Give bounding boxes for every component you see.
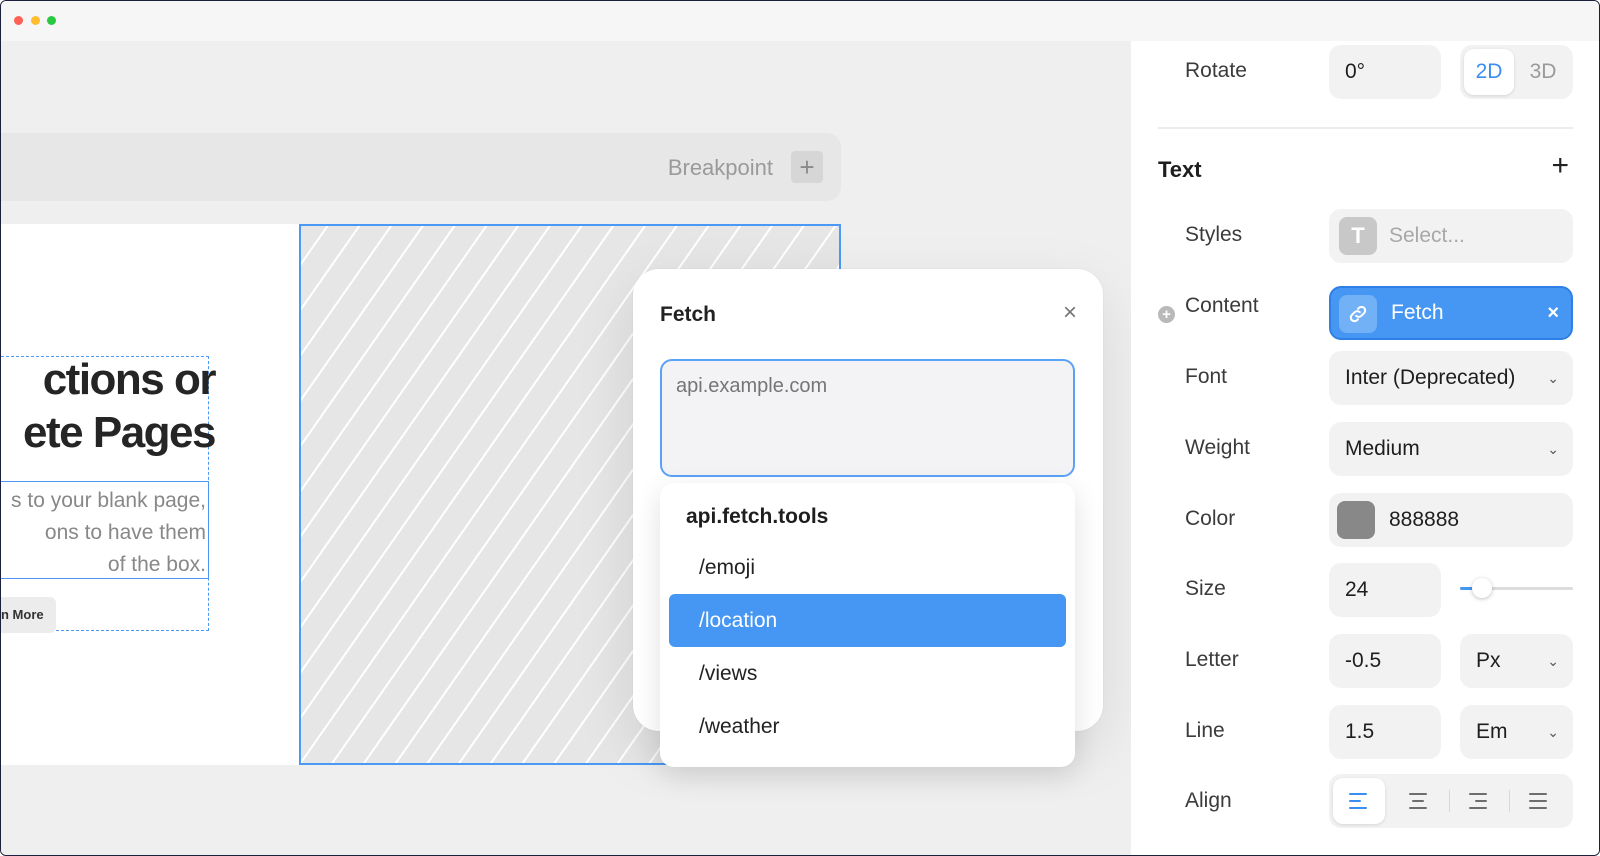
letter-unit-select[interactable]: Px ⌄: [1460, 634, 1573, 688]
hero-heading[interactable]: ctions or ete Pages: [1, 353, 255, 459]
dialog-title: Fetch: [660, 303, 717, 326]
content-value: Fetch: [1391, 301, 1444, 324]
align-label: Align: [1185, 789, 1232, 812]
hero-heading-line: ete Pages: [23, 408, 216, 457]
styles-placeholder: Select...: [1389, 224, 1465, 247]
dropdown-item-views[interactable]: /views: [669, 647, 1066, 700]
properties-panel: Rotate 0° 2D 3D Text + Styles T Select..…: [1131, 41, 1599, 855]
content-label: Content: [1185, 294, 1259, 317]
color-value: 888888: [1389, 508, 1460, 531]
align-left-button[interactable]: [1333, 778, 1385, 824]
font-label: Font: [1185, 365, 1228, 388]
link-icon: [1339, 295, 1377, 333]
styles-label: Styles: [1185, 223, 1243, 246]
chevron-down-icon: ⌄: [1547, 370, 1559, 386]
size-input[interactable]: 24: [1329, 563, 1441, 617]
chevron-down-icon: ⌄: [1547, 724, 1559, 740]
styles-select[interactable]: T Select...: [1329, 209, 1573, 263]
size-slider-handle[interactable]: [1472, 578, 1492, 598]
dropdown-item-location[interactable]: /location: [669, 594, 1066, 647]
font-select[interactable]: Inter (Deprecated) ⌄: [1329, 351, 1573, 405]
hero-subtitle[interactable]: s to your blank page, ons to have them o…: [1, 481, 209, 579]
weight-value: Medium: [1345, 437, 1420, 460]
align-left-icon: [1349, 793, 1369, 809]
dropdown-item-emoji[interactable]: /emoji: [669, 541, 1066, 594]
add-circle-icon[interactable]: +: [1158, 306, 1175, 323]
color-input[interactable]: 888888: [1329, 493, 1573, 547]
letter-label: Letter: [1185, 648, 1239, 671]
hero-subtitle-line: s to your blank page,: [11, 489, 206, 512]
section-divider: [1158, 127, 1573, 129]
line-height-input[interactable]: 1.5: [1329, 705, 1441, 759]
align-justify-icon: [1529, 793, 1549, 809]
line-unit-value: Em: [1476, 720, 1508, 743]
letter-spacing-input[interactable]: -0.5: [1329, 634, 1441, 688]
size-label: Size: [1185, 577, 1226, 600]
rotate-mode-toggle: 2D 3D: [1460, 45, 1573, 99]
line-unit-select[interactable]: Em ⌄: [1460, 705, 1573, 759]
clear-content-icon[interactable]: ×: [1547, 288, 1559, 338]
align-justify-button[interactable]: [1513, 778, 1565, 824]
minimize-window-button[interactable]: [31, 16, 40, 25]
close-icon[interactable]: ×: [1063, 299, 1077, 327]
font-value: Inter (Deprecated): [1345, 366, 1516, 389]
align-center-button[interactable]: [1393, 778, 1445, 824]
align-separator: [1449, 790, 1450, 812]
rotate-input[interactable]: 0°: [1329, 45, 1441, 99]
color-swatch[interactable]: [1337, 501, 1375, 539]
dropdown-header: api.fetch.tools: [686, 505, 829, 528]
text-style-icon: T: [1339, 217, 1377, 255]
hero-heading-line: ctions or: [42, 355, 217, 404]
app-window: Breakpoint + ctions or ete Pages s to yo…: [0, 0, 1600, 856]
chevron-down-icon: ⌄: [1547, 653, 1559, 669]
chevron-down-icon: ⌄: [1547, 441, 1559, 457]
align-center-icon: [1409, 793, 1429, 809]
align-separator: [1509, 790, 1510, 812]
hero-subtitle-line: ons to have them: [44, 521, 206, 544]
fetch-url-input[interactable]: [660, 359, 1075, 477]
breakpoint-label: Breakpoint: [667, 155, 773, 180]
weight-label: Weight: [1185, 436, 1250, 459]
title-bar: [1, 1, 1599, 41]
maximize-window-button[interactable]: [47, 16, 56, 25]
content-fetch-binding[interactable]: Fetch ×: [1329, 286, 1573, 340]
breakpoint-bar: Breakpoint +: [1, 133, 841, 201]
weight-select[interactable]: Medium ⌄: [1329, 422, 1573, 476]
color-label: Color: [1185, 507, 1236, 530]
rotate-label: Rotate: [1185, 59, 1247, 82]
align-right-button[interactable]: [1453, 778, 1505, 824]
add-breakpoint-button[interactable]: +: [791, 151, 823, 183]
text-section-title: Text: [1158, 157, 1202, 182]
align-right-icon: [1469, 793, 1489, 809]
learn-more-button[interactable]: n More: [1, 597, 56, 633]
text-align-toggle: [1329, 774, 1573, 828]
letter-unit-value: Px: [1476, 649, 1501, 672]
mode-2d-button[interactable]: 2D: [1464, 49, 1514, 95]
endpoint-dropdown: api.fetch.tools /emoji /location /views …: [660, 483, 1075, 767]
mode-3d-button[interactable]: 3D: [1517, 49, 1569, 95]
dropdown-item-weather[interactable]: /weather: [669, 700, 1066, 753]
line-label: Line: [1185, 719, 1225, 742]
close-window-button[interactable]: [14, 16, 23, 25]
add-text-style-button[interactable]: +: [1551, 149, 1569, 183]
hero-subtitle-line: of the box.: [107, 553, 206, 576]
